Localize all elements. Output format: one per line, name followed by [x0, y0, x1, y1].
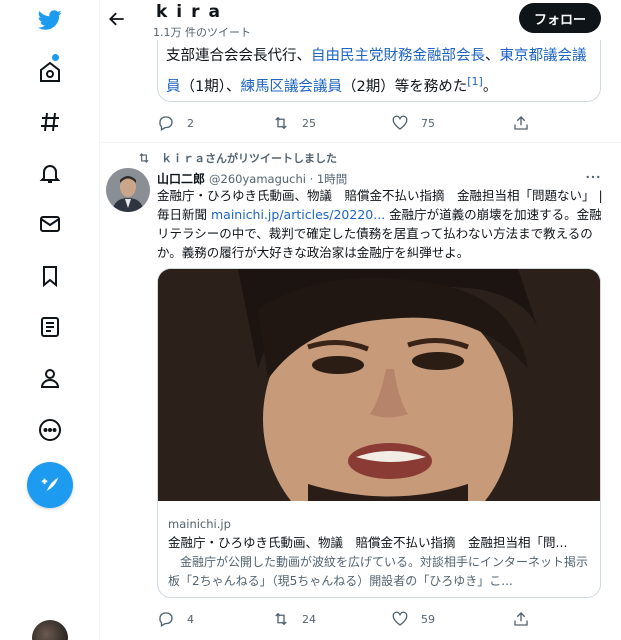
author-avatar[interactable]	[106, 168, 150, 212]
tweet-actions: 2 25 75	[157, 114, 557, 134]
like-button[interactable]: 75	[391, 114, 435, 132]
twitter-logo-icon[interactable]	[30, 0, 70, 40]
retweeted-by-text: ｋｉｒａさんがリツイートしました	[161, 152, 337, 165]
text-span: （1期）、	[180, 78, 241, 95]
article-link[interactable]: mainichi.jp/articles/20220...	[211, 207, 385, 222]
author-name[interactable]: 山口二郎	[157, 170, 205, 187]
person-icon[interactable]	[30, 358, 70, 398]
link-nerima-assembly[interactable]: 練馬区議会議員	[240, 79, 342, 95]
notification-dot	[52, 54, 59, 61]
link-preview-card[interactable]: mainichi.jp 金融庁・ひろゆき氏動画、物議 賠償金不払い指摘 金融担当…	[157, 268, 601, 598]
card-title: 金融庁・ひろゆき氏動画、物議 賠償金不払い指摘 金融担当相「問...	[168, 535, 568, 550]
text-span: 、	[485, 48, 500, 64]
preview-image	[158, 269, 600, 501]
reply-icon	[159, 116, 173, 131]
like-count: 59	[421, 612, 435, 626]
text-span: （2期）等を務めた	[341, 78, 468, 95]
card-domain: mainichi.jp	[168, 517, 231, 531]
card-meta: mainichi.jp 金融庁・ひろゆき氏動画、物議 賠償金不払い指摘 金融担当…	[168, 515, 594, 591]
author-handle-time[interactable]: @260yamaguchi · 1時間	[209, 171, 347, 187]
reply-button[interactable]: 2	[157, 114, 194, 132]
reply-count: 2	[187, 116, 194, 130]
heart-icon	[392, 611, 408, 626]
reference-link[interactable]: [1]	[467, 75, 483, 88]
follow-button[interactable]: フォロー	[519, 3, 601, 33]
hashtag-icon[interactable]	[30, 102, 70, 142]
share-icon	[514, 116, 528, 130]
list-icon[interactable]	[30, 307, 70, 347]
share-button[interactable]	[512, 610, 542, 628]
text-span: 。	[482, 78, 498, 95]
heart-icon	[392, 115, 408, 130]
home-icon[interactable]	[30, 52, 70, 92]
like-count: 75	[421, 116, 435, 130]
retweet-icon	[139, 153, 149, 163]
tweet-count: 1.1万 件のツイート	[153, 26, 251, 39]
retweet-button[interactable]: 25	[272, 114, 316, 132]
mail-icon[interactable]	[30, 204, 70, 244]
quoted-card[interactable]: 支部連合会会長代行、自由民主党財務金融部会長、東京都議会議員（1期）、練馬区議会…	[157, 36, 601, 102]
back-arrow-icon[interactable]	[104, 6, 130, 32]
retweet-button[interactable]: 24	[272, 610, 316, 628]
compose-tweet-button[interactable]	[27, 462, 73, 508]
reply-icon	[159, 612, 173, 627]
tweet-actions: 4 24 59	[157, 610, 557, 630]
bookmark-icon[interactable]	[30, 256, 70, 296]
retweet-count: 25	[302, 116, 316, 130]
account-avatar[interactable]	[32, 620, 68, 640]
profile-header: kira 1.1万 件のツイート フォロー	[100, 0, 621, 40]
link-finance-committee[interactable]: 自由民主党財務金融部会長	[311, 48, 485, 64]
retweet-context[interactable]: ｋｉｒａさんがリツイートしました	[137, 150, 337, 166]
left-nav	[0, 0, 100, 640]
profile-name: kira	[156, 2, 229, 22]
card-text: 支部連合会会長代行、自由民主党財務金融部会長、東京都議会議員（1期）、練馬区議会…	[166, 44, 598, 100]
more-circle-icon[interactable]	[30, 410, 70, 450]
reply-button[interactable]: 4	[157, 610, 194, 628]
compose-icon	[41, 477, 59, 493]
bell-icon[interactable]	[30, 153, 70, 193]
retweet-icon	[275, 612, 287, 626]
tweet-divider	[100, 142, 621, 143]
tweet-body: 金融庁・ひろゆき氏動画、物議 賠償金不払い指摘 金融担当相「問題ない」 | 毎日…	[157, 186, 605, 262]
share-icon	[514, 612, 528, 626]
retweet-icon	[275, 116, 287, 130]
more-options-icon[interactable]	[584, 168, 602, 186]
share-button[interactable]	[512, 114, 542, 132]
card-description: 金融庁が公開した動画が波紋を広げている。対談相手にインターネット掲示板「2ちゃん…	[168, 555, 589, 588]
reply-count: 4	[187, 612, 194, 626]
text-span: 支部連合会会長代行、	[166, 48, 311, 64]
retweet-count: 24	[302, 612, 316, 626]
like-button[interactable]: 59	[391, 610, 435, 628]
author-line: 山口二郎 @260yamaguchi · 1時間	[157, 170, 347, 187]
